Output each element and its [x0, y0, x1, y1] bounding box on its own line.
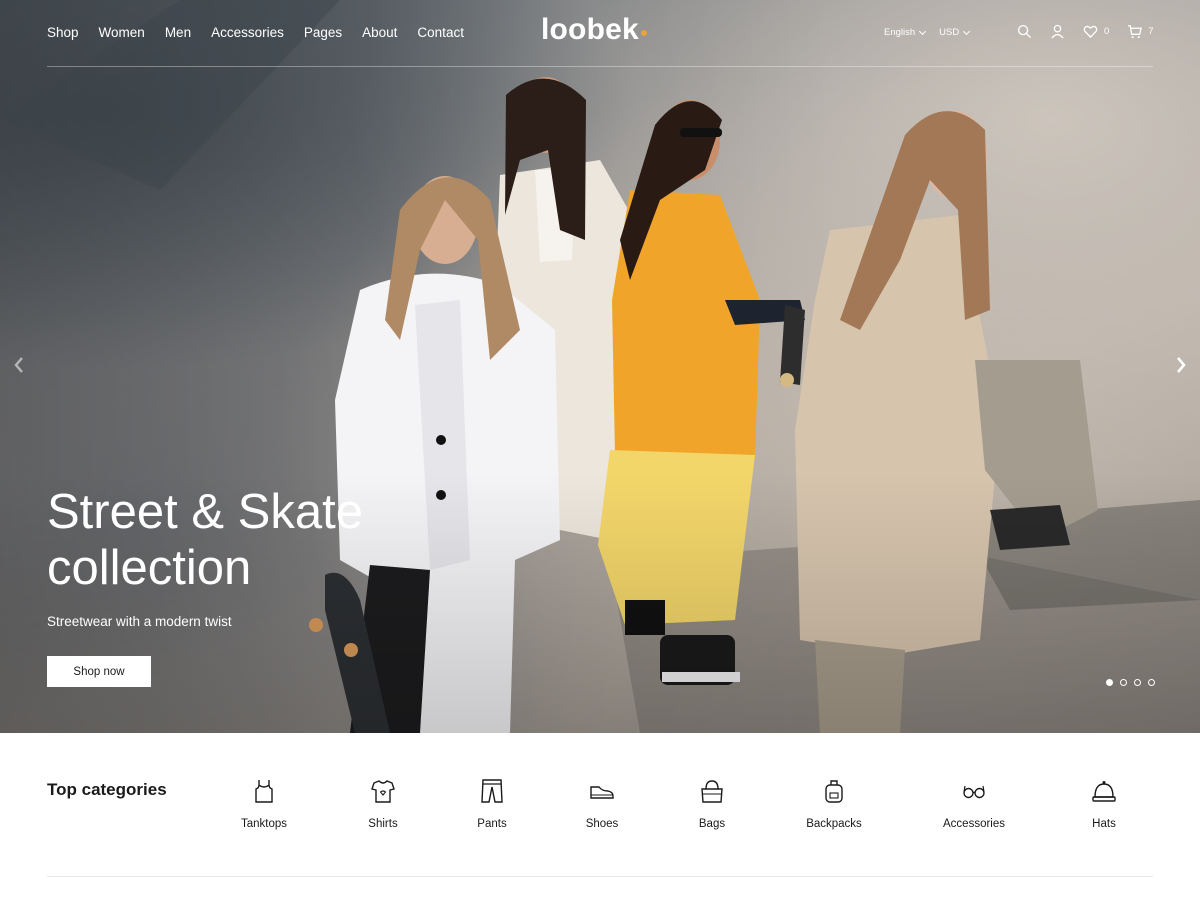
pants-icon [481, 779, 503, 803]
hero-slider: Shop Women Men Accessories Pages About C… [0, 0, 1200, 733]
shoe-icon [590, 786, 614, 799]
search-button[interactable] [1017, 24, 1032, 39]
slider-dot[interactable] [1120, 679, 1127, 686]
brand-logo[interactable]: loobek [541, 13, 647, 47]
heart-icon [1083, 25, 1098, 39]
category-label: Accessories [943, 818, 1005, 830]
categories-title: Top categories [47, 780, 167, 799]
category-label: Hats [1092, 818, 1116, 830]
category-accessories[interactable]: Accessories [919, 778, 1029, 830]
header-actions: 0 7 [1017, 24, 1154, 39]
category-backpacks[interactable]: Backpacks [779, 778, 889, 830]
category-label: Shirts [368, 818, 398, 830]
logo-dot [640, 30, 647, 36]
slider-next-button[interactable] [1173, 353, 1189, 377]
shop-now-button[interactable]: Shop now [47, 656, 151, 687]
chevron-down-icon [963, 27, 971, 35]
category-label: Shoes [585, 818, 619, 830]
slider-pagination [1106, 679, 1155, 686]
slider-dot[interactable] [1148, 679, 1155, 686]
nav-item-men[interactable]: Men [165, 25, 191, 40]
language-select[interactable]: English [884, 27, 927, 38]
language-value: English [884, 27, 916, 38]
cart-icon [1128, 25, 1143, 39]
nav-item-women[interactable]: Women [99, 25, 145, 40]
wishlist-count: 0 [1104, 26, 1110, 37]
bag-icon [701, 780, 723, 803]
hat-icon [1092, 781, 1116, 802]
nav-item-pages[interactable]: Pages [304, 25, 342, 40]
shirt-icon [371, 780, 395, 803]
nav-item-shop[interactable]: Shop [47, 25, 79, 40]
category-shirts[interactable]: Shirts [328, 778, 438, 830]
hero-title: Street & Skate collection [47, 485, 363, 595]
brand-logo-text: loobek [541, 13, 639, 46]
header-divider [47, 66, 1153, 67]
chevron-right-icon [1177, 357, 1186, 373]
site-header: Shop Women Men Accessories Pages About C… [0, 0, 1200, 67]
search-icon [1017, 24, 1032, 39]
hero-subtitle: Streetwear with a modern twist [47, 614, 232, 629]
cart-count: 7 [1148, 26, 1154, 37]
category-shoes[interactable]: Shoes [547, 778, 657, 830]
category-label: Tanktops [240, 818, 288, 830]
user-icon [1051, 24, 1064, 39]
slider-prev-button[interactable] [11, 353, 27, 377]
locale-selectors: English USD [884, 27, 971, 38]
section-divider [47, 876, 1153, 877]
chevron-down-icon [919, 27, 927, 35]
chevron-left-icon [14, 357, 23, 373]
main-nav: Shop Women Men Accessories Pages About C… [47, 25, 464, 40]
category-label: Pants [477, 818, 507, 830]
category-pants[interactable]: Pants [437, 778, 547, 830]
nav-item-about[interactable]: About [362, 25, 397, 40]
currency-select[interactable]: USD [939, 27, 971, 38]
category-hats[interactable]: Hats [1049, 778, 1159, 830]
currency-value: USD [939, 27, 960, 38]
nav-item-accessories[interactable]: Accessories [211, 25, 284, 40]
wishlist-button[interactable]: 0 [1083, 24, 1109, 39]
glasses-icon [963, 785, 985, 799]
nav-item-contact[interactable]: Contact [417, 25, 464, 40]
account-button[interactable] [1050, 24, 1065, 39]
slider-dot[interactable] [1134, 679, 1141, 686]
backpack-icon [825, 780, 843, 803]
cart-button[interactable]: 7 [1127, 24, 1154, 39]
category-label: Backpacks [806, 818, 862, 830]
tanktop-icon [255, 780, 273, 803]
slider-dot[interactable] [1106, 679, 1113, 686]
category-bags[interactable]: Bags [657, 778, 767, 830]
category-tanktops[interactable]: Tanktops [209, 778, 319, 830]
category-label: Bags [698, 818, 726, 830]
